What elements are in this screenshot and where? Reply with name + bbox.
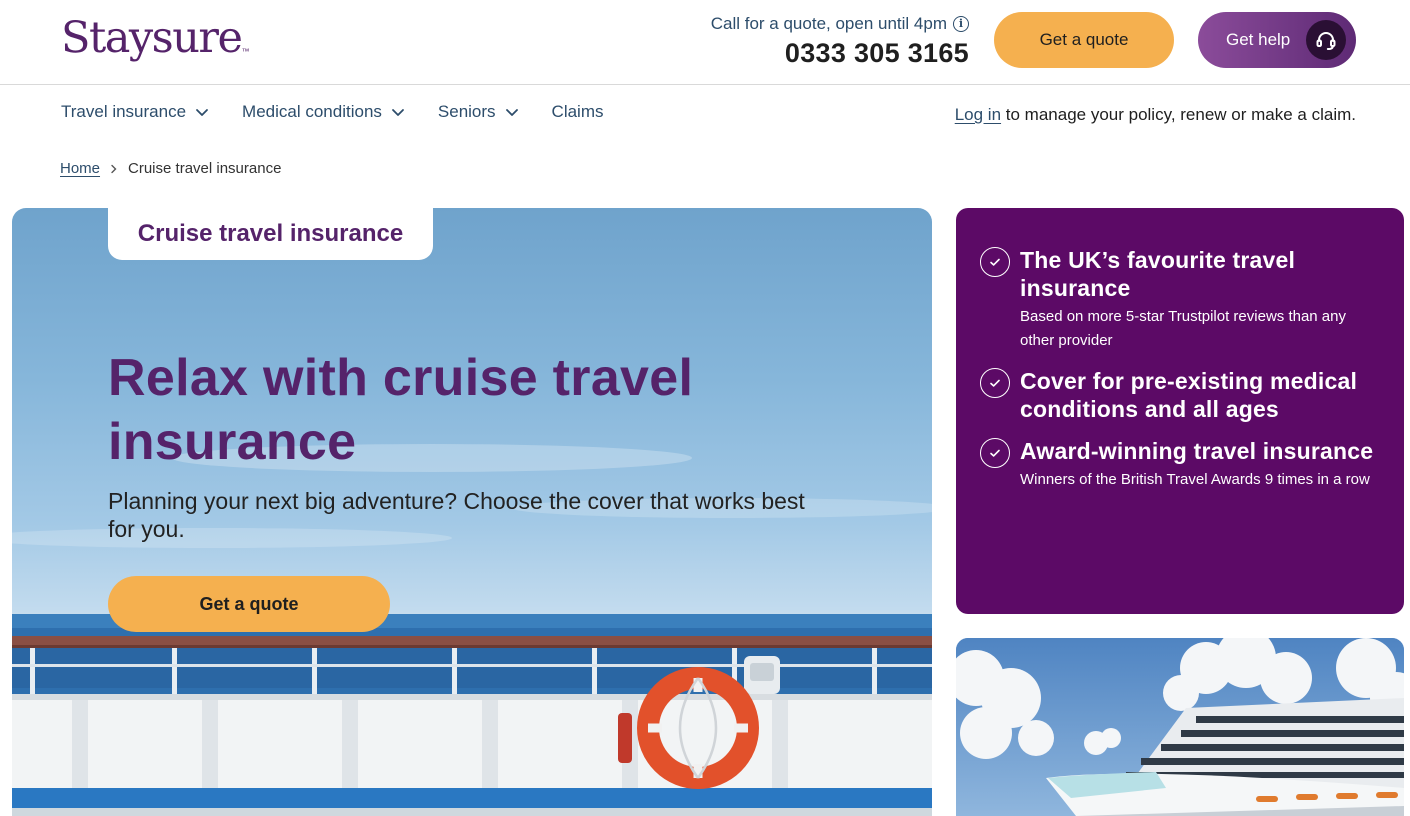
benefit-description: Winners of the British Travel Awards 9 t… bbox=[1020, 471, 1370, 488]
hero-category-tag: Cruise travel insurance bbox=[108, 208, 433, 260]
site-header: Staysure™ Call for a quote, open until 4… bbox=[0, 0, 1410, 85]
hero-title: Relax with cruise travel insurance bbox=[108, 349, 694, 471]
chevron-down-icon bbox=[505, 109, 518, 116]
breadcrumb: Home Cruise travel insurance bbox=[60, 159, 281, 179]
cruise-ship-image bbox=[956, 638, 1404, 816]
call-label-row: Call for a quote, open until 4pm i bbox=[711, 13, 969, 35]
get-help-button[interactable]: Get help bbox=[1198, 12, 1356, 68]
headset-icon bbox=[1306, 20, 1346, 60]
header-get-quote-button[interactable]: Get a quote bbox=[994, 12, 1174, 68]
info-icon[interactable]: i bbox=[953, 16, 969, 32]
chevron-right-icon bbox=[111, 164, 117, 174]
benefit-item: Cover for pre-existing medical condition… bbox=[980, 367, 1374, 423]
chevron-down-icon bbox=[196, 109, 208, 116]
login-prompt: Log in to manage your policy, renew or m… bbox=[955, 103, 1356, 127]
nav-travel-insurance[interactable]: Travel insurance bbox=[61, 100, 210, 124]
benefit-title: Cover for pre-existing medical condition… bbox=[1020, 368, 1358, 422]
benefit-item: The UK’s favourite travel insurance Base… bbox=[980, 246, 1374, 353]
benefits-panel: The UK’s favourite travel insurance Base… bbox=[956, 208, 1404, 614]
nav-item-label: Seniors bbox=[437, 102, 496, 121]
breadcrumb-current: Cruise travel insurance bbox=[128, 160, 282, 177]
nav-seniors[interactable]: Seniors bbox=[438, 100, 520, 124]
nav-medical-conditions[interactable]: Medical conditions bbox=[242, 100, 406, 124]
staysure-logo[interactable]: Staysure™ bbox=[61, 12, 249, 64]
benefit-item: Award-winning travel insurance Winners o… bbox=[980, 437, 1374, 492]
main-nav: Travel insurance Medical conditions Seni… bbox=[61, 100, 604, 124]
nav-claims[interactable]: Claims bbox=[552, 100, 604, 124]
check-circle-icon bbox=[980, 438, 1010, 468]
login-text: to manage your policy, renew or make a c… bbox=[1001, 105, 1356, 124]
check-circle-icon bbox=[980, 247, 1010, 277]
get-help-label: Get help bbox=[1226, 30, 1291, 49]
hero-subtitle: Planning your next big adventure? Choose… bbox=[108, 488, 805, 542]
nav-item-label: Travel insurance bbox=[61, 102, 187, 121]
nav-item-label: Claims bbox=[551, 102, 604, 121]
check-circle-icon bbox=[980, 368, 1010, 398]
login-link[interactable]: Log in bbox=[955, 105, 1001, 124]
call-for-quote: Call for a quote, open until 4pm i 0333 … bbox=[711, 13, 969, 70]
logo-trademark: ™ bbox=[241, 47, 250, 56]
hero-banner: Cruise travel insurance Relax with cruis… bbox=[12, 208, 932, 816]
cruise-ship-illustration bbox=[956, 638, 1404, 816]
phone-number[interactable]: 0333 305 3165 bbox=[711, 36, 969, 70]
chevron-down-icon bbox=[392, 109, 404, 116]
benefit-title: Award-winning travel insurance bbox=[1020, 438, 1374, 464]
nav-item-label: Medical conditions bbox=[242, 102, 382, 121]
benefit-description: Based on more 5-star Trustpilot reviews … bbox=[1020, 308, 1346, 349]
breadcrumb-home[interactable]: Home bbox=[60, 159, 100, 179]
logo-wordmark: Staysure bbox=[61, 13, 243, 63]
benefit-title: The UK’s favourite travel insurance bbox=[1020, 247, 1296, 301]
call-label: Call for a quote, open until 4pm bbox=[710, 14, 947, 33]
hero-get-quote-button[interactable]: Get a quote bbox=[108, 576, 390, 632]
